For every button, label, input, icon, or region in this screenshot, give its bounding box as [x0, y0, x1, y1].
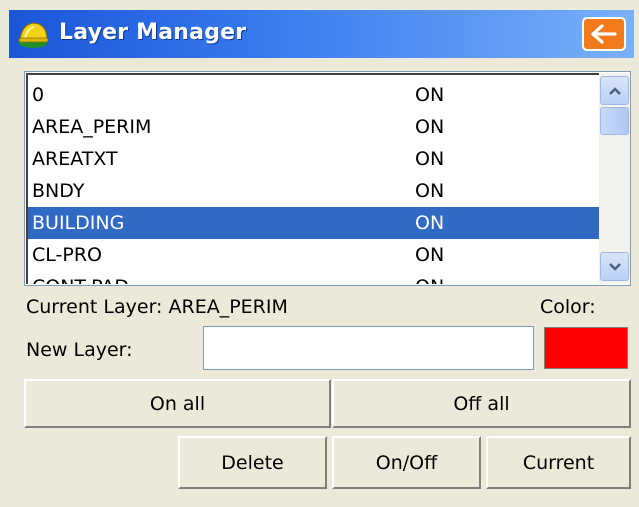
- scroll-down-button[interactable]: [600, 252, 629, 281]
- layer-state: ON: [415, 116, 445, 138]
- layer-state: ON: [415, 180, 445, 202]
- layer-name: 0: [32, 84, 45, 106]
- on-off-button[interactable]: On/Off: [332, 436, 481, 489]
- layer-row[interactable]: CL-PRO ON: [28, 239, 599, 271]
- layer-name: CONT-PAD: [32, 271, 129, 284]
- current-button[interactable]: Current: [486, 436, 631, 489]
- layer-name: CL-PRO: [32, 244, 102, 266]
- off-all-button[interactable]: Off all: [332, 379, 631, 428]
- current-layer-value: AREA_PERIM: [168, 296, 288, 318]
- color-swatch[interactable]: [544, 327, 628, 369]
- layer-name: BUILDING: [32, 212, 125, 234]
- layer-row[interactable]: BNDY ON: [28, 175, 599, 207]
- delete-button[interactable]: Delete: [178, 436, 327, 489]
- on-all-button[interactable]: On all: [24, 379, 331, 428]
- layer-state: ON: [415, 148, 445, 170]
- current-layer-label: Current Layer: AREA_PERIM: [26, 296, 288, 318]
- layer-state: ON: [415, 212, 445, 234]
- scroll-up-button[interactable]: [600, 76, 629, 105]
- layer-row[interactable]: AREATXT ON: [28, 143, 599, 175]
- layer-row[interactable]: 0 ON: [28, 79, 599, 111]
- color-label: Color:: [540, 296, 596, 318]
- layer-name: AREA_PERIM: [32, 116, 152, 138]
- layer-list[interactable]: 0 ON AREA_PERIM ON AREATXT ON BNDY ON BUILDING ON…: [24, 71, 631, 286]
- layer-row[interactable]: CONT-PAD ON: [28, 271, 599, 284]
- new-layer-label: New Layer:: [26, 339, 133, 361]
- back-button[interactable]: [582, 17, 626, 51]
- arrow-left-icon: [591, 24, 617, 44]
- chevron-up-icon: [608, 86, 621, 95]
- chevron-down-icon: [608, 262, 621, 271]
- hardhat-icon: [18, 22, 49, 48]
- layer-state: ON: [415, 244, 445, 266]
- layer-name: AREATXT: [32, 148, 118, 170]
- scroll-thumb[interactable]: [600, 107, 629, 135]
- list-scrollbar[interactable]: [599, 73, 630, 284]
- title-bar: Layer Manager: [9, 10, 634, 58]
- layer-name: BNDY: [32, 180, 85, 202]
- layer-state: ON: [415, 271, 444, 284]
- layer-manager-window: Layer Manager 0 ON AREA_PERIM ON AREATXT ON BN…: [0, 0, 639, 507]
- window-title: Layer Manager: [59, 20, 247, 45]
- layer-row[interactable]: AREA_PERIM ON: [28, 111, 599, 143]
- new-layer-input[interactable]: [203, 326, 534, 370]
- layer-state: ON: [415, 84, 445, 106]
- layer-row[interactable]: BUILDING ON: [28, 207, 599, 239]
- layer-list-rows: 0 ON AREA_PERIM ON AREATXT ON BNDY ON BUILDING ON…: [26, 73, 599, 284]
